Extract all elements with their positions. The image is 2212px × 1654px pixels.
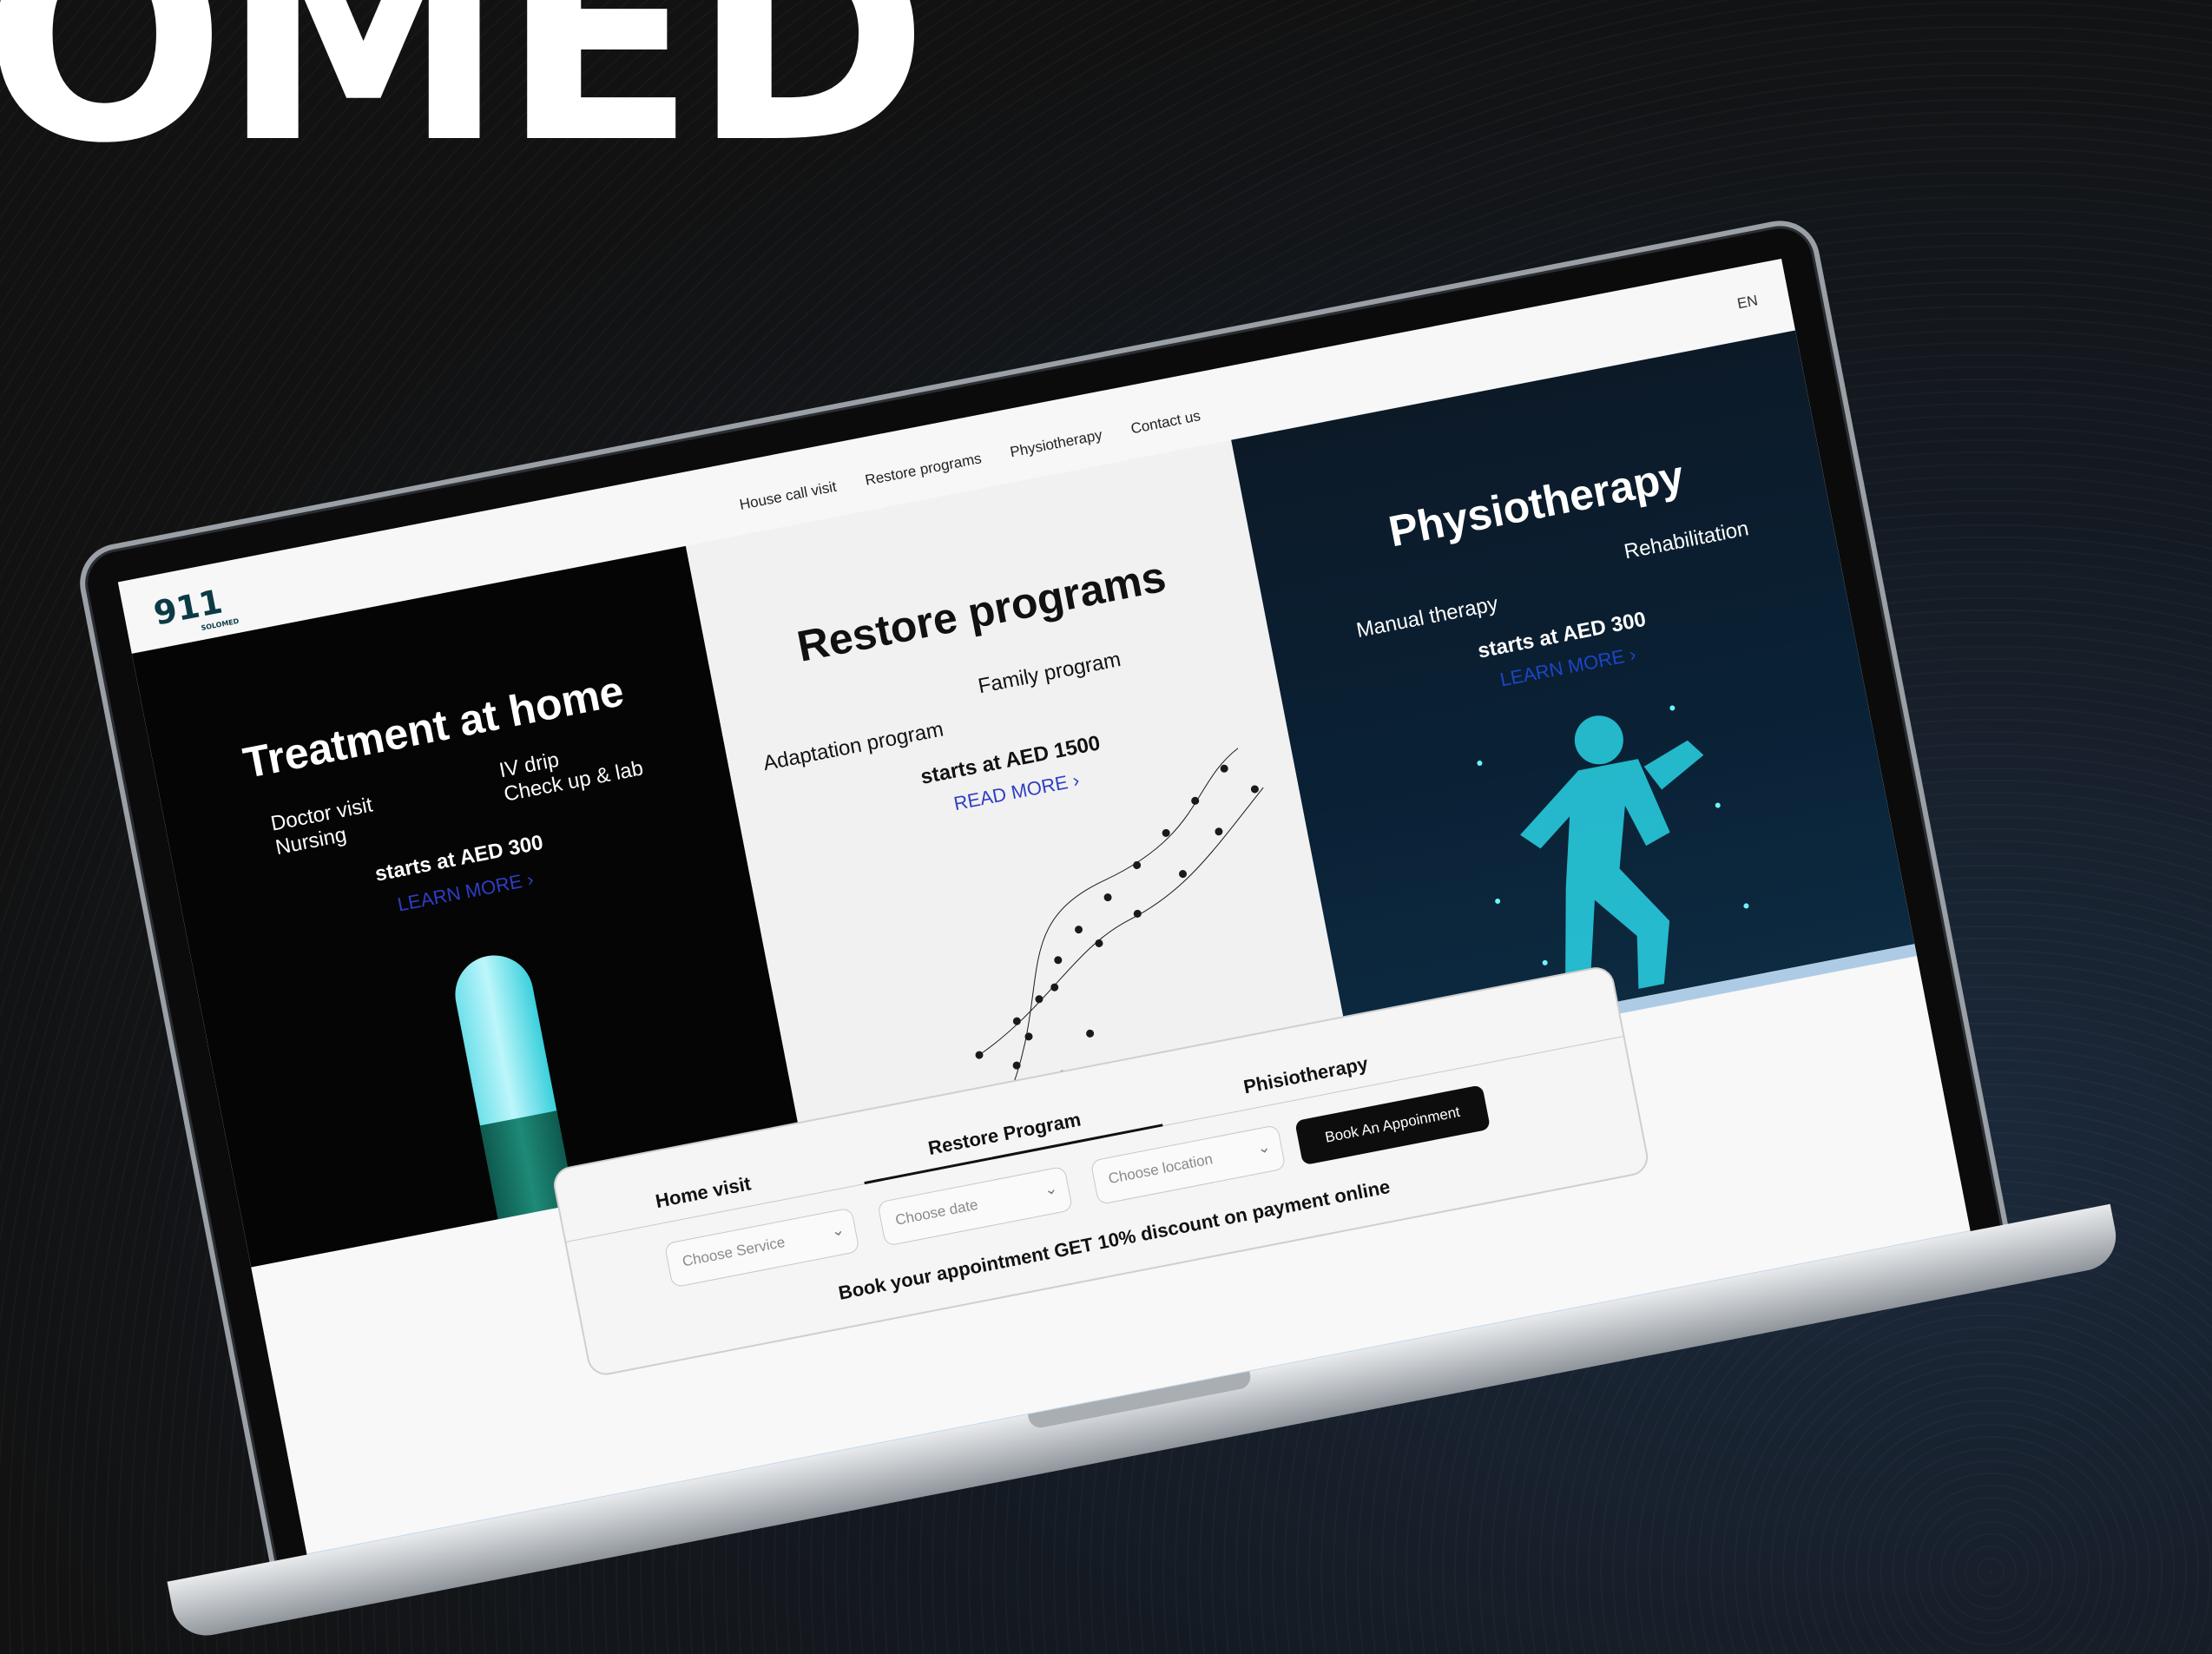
panel-title: Restore programs: [793, 551, 1170, 671]
laptop: 911 SOLOMED House call visit Restore pro…: [73, 214, 2123, 1642]
service-placeholder: Choose Service: [681, 1234, 787, 1270]
features-left: Doctor visit Nursing: [269, 793, 379, 860]
book-appointment-button[interactable]: Book An Appoinment: [1294, 1084, 1491, 1166]
site-logo[interactable]: 911 SOLOMED: [150, 582, 240, 641]
date-placeholder: Choose date: [893, 1196, 980, 1229]
nav-item-restore[interactable]: Restore programs: [864, 450, 983, 490]
tab-home-visit[interactable]: Home visit: [654, 1172, 753, 1213]
chevron-down-icon: ⌄: [1255, 1137, 1273, 1157]
website-screen: 911 SOLOMED House call visit Restore pro…: [117, 258, 1974, 1573]
tab-restore-program[interactable]: Restore Program: [926, 1108, 1083, 1160]
panel-physiotherapy: Physiotherapy Rehabilitation Manual ther…: [1231, 330, 1915, 1054]
chevron-down-icon: ⌄: [1043, 1178, 1059, 1199]
feature-family-program: Family program: [976, 647, 1123, 699]
service-select[interactable]: Choose Service ⌄: [663, 1207, 860, 1288]
nav-item-house-call[interactable]: House call visit: [738, 478, 838, 514]
runner-illustration: [1477, 705, 1749, 989]
laptop-lid: 911 SOLOMED House call visit Restore pro…: [73, 214, 2011, 1575]
location-select[interactable]: Choose location ⌄: [1090, 1124, 1287, 1206]
tab-phisiotherapy[interactable]: Phisiotherapy: [1241, 1052, 1370, 1098]
feature-rehabilitation: Rehabilitation: [1622, 517, 1751, 564]
date-select[interactable]: Choose date ⌄: [877, 1165, 1074, 1247]
location-placeholder: Choose location: [1107, 1150, 1215, 1188]
feature-manual-therapy: Manual therapy: [1354, 591, 1500, 642]
panel-title: Physiotherapy: [1385, 451, 1689, 557]
chevron-down-icon: ⌄: [829, 1220, 846, 1241]
nav-item-contact[interactable]: Contact us: [1129, 407, 1202, 438]
nav-item-physiotherapy[interactable]: Physiotherapy: [1009, 426, 1104, 461]
brand-wordmark: OMED: [0, 0, 929, 206]
language-switcher[interactable]: EN: [1736, 292, 1760, 313]
features-right: IV drip Check up & lab: [497, 733, 645, 807]
